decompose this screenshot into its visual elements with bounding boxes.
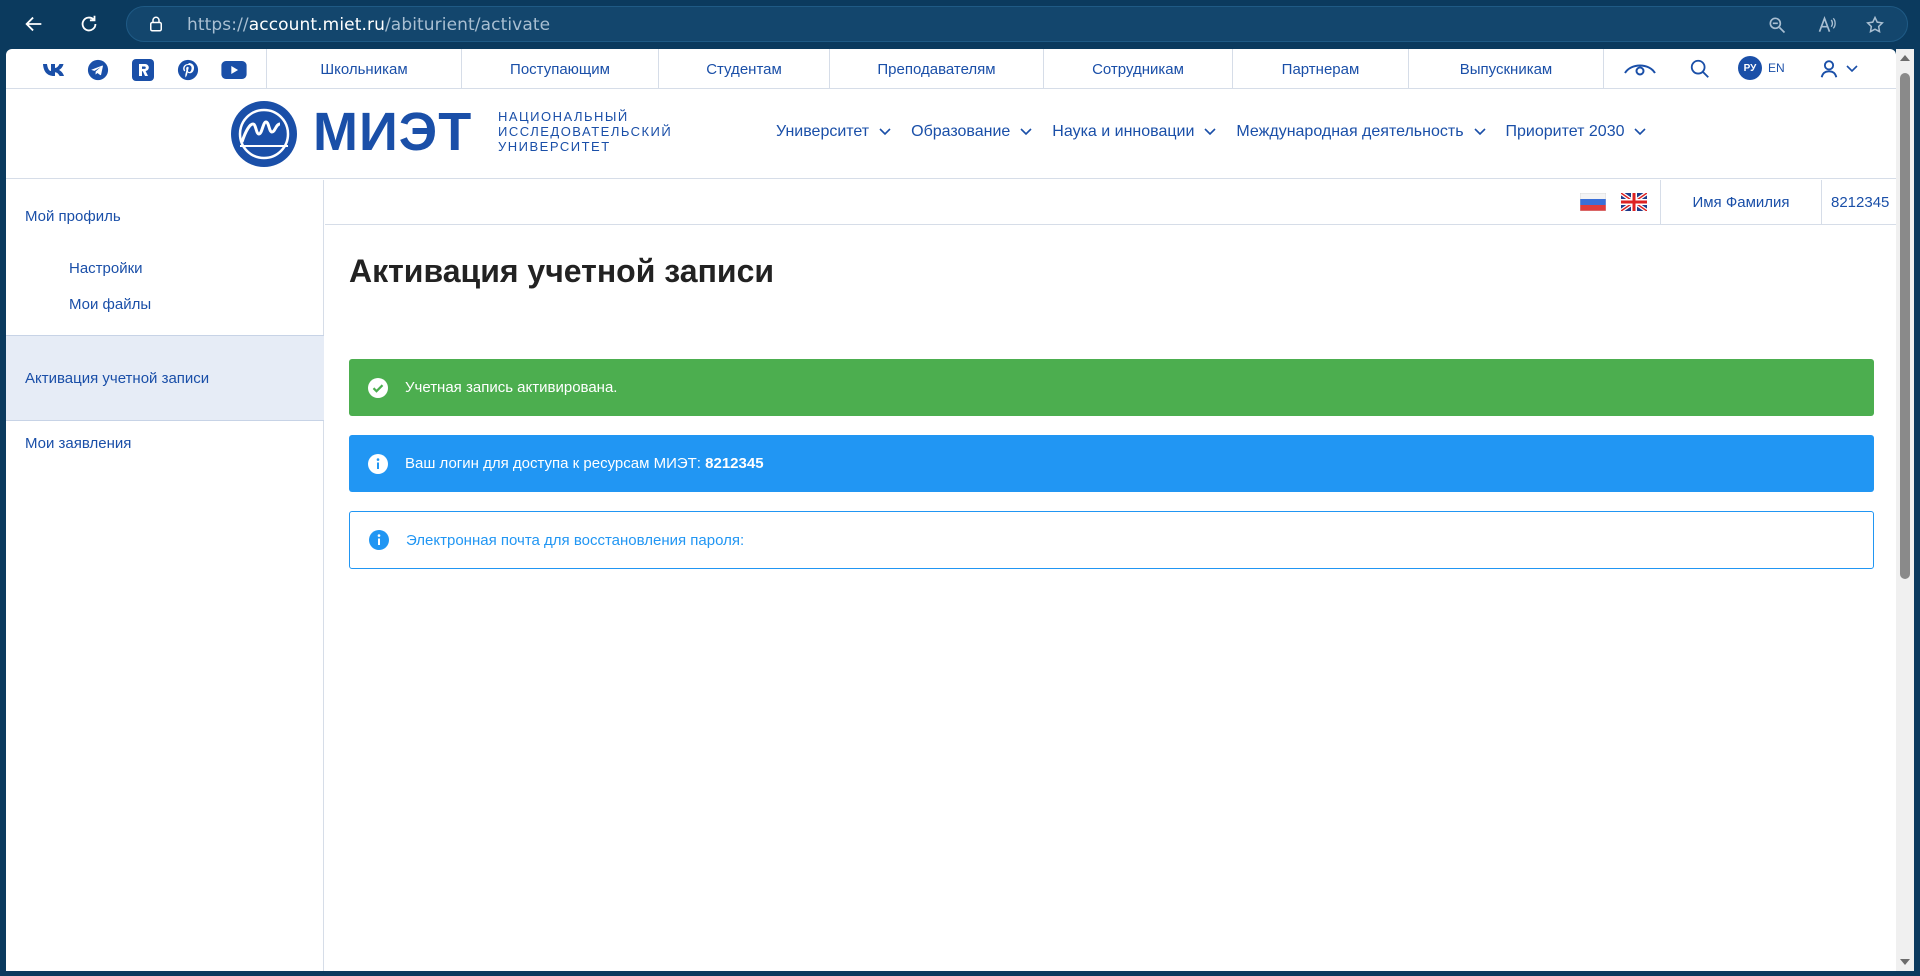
main-navigation: Университет Образование Наука и инноваци… <box>776 123 1666 141</box>
sidebar-item-applications[interactable]: Мои заявления <box>6 435 324 452</box>
telegram-icon[interactable] <box>86 59 110 81</box>
link-applicants[interactable]: Поступающим <box>462 49 659 89</box>
link-staff[interactable]: Сотрудникам <box>1044 49 1233 89</box>
user-id[interactable]: 8212345 <box>1831 180 1889 224</box>
logo-subtitle: НАЦИОНАЛЬНЫЙ ИССЛЕДОВАТЕЛЬСКИЙ УНИВЕРСИТ… <box>498 109 672 154</box>
lock-icon <box>150 16 162 32</box>
login-info-text: Ваш логин для доступа к ресурсам МИЭТ: <box>405 455 706 472</box>
url-scheme: https:// <box>187 15 249 35</box>
pinterest-icon[interactable] <box>176 59 200 81</box>
chevron-down-icon[interactable] <box>1846 65 1858 73</box>
lang-en-button[interactable]: EN <box>1768 61 1785 75</box>
page-title: Активация учетной записи <box>349 253 775 289</box>
chevron-down-icon <box>1634 128 1647 136</box>
scroll-thumb[interactable] <box>1900 73 1910 579</box>
accessibility-eye-icon[interactable] <box>1623 61 1657 77</box>
logo-sub-line: УНИВЕРСИТЕТ <box>498 139 611 154</box>
browser-toolbar: https://account.miet.ru/abiturient/activ… <box>0 0 1920 48</box>
youtube-icon[interactable] <box>220 59 248 81</box>
link-teachers[interactable]: Преподавателям <box>830 49 1044 89</box>
nav-international[interactable]: Международная деятельность <box>1236 123 1486 141</box>
top-strip: Школьникам Поступающим Студентам Препода… <box>6 49 1896 89</box>
url-path: /abiturient/activate <box>384 15 551 35</box>
favorite-star-icon[interactable] <box>1865 15 1885 35</box>
address-bar[interactable]: https://account.miet.ru/abiturient/activ… <box>126 6 1908 42</box>
nav-education[interactable]: Образование <box>911 123 1032 141</box>
check-circle-icon <box>368 377 388 398</box>
link-alumni[interactable]: Выпускникам <box>1409 49 1604 89</box>
nav-priority-2030[interactable]: Приоритет 2030 <box>1506 123 1647 141</box>
nav-label: Наука и инновации <box>1052 123 1195 140</box>
url-text: https://account.miet.ru/abiturient/activ… <box>187 15 550 35</box>
miet-logo-icon[interactable] <box>230 100 298 168</box>
user-name[interactable]: Имя Фамилия <box>1660 180 1822 224</box>
audience-links: Школьникам Поступающим Студентам Препода… <box>266 49 1604 89</box>
success-alert: Учетная запись активирована. <box>349 359 1874 416</box>
email-info-alert: Электронная почта для восстановления пар… <box>349 511 1874 569</box>
web-page: Школьникам Поступающим Студентам Препода… <box>6 49 1896 971</box>
reload-icon <box>81 15 97 32</box>
nav-science[interactable]: Наука и инновации <box>1052 123 1216 141</box>
link-schoolchildren[interactable]: Школьникам <box>267 49 462 89</box>
login-info-alert: Ваш логин для доступа к ресурсам МИЭТ: 8… <box>349 435 1874 492</box>
reload-button[interactable] <box>73 8 105 40</box>
account-sidebar: Мой профиль Настройки Мои файлы Активаци… <box>6 180 324 971</box>
zoom-icon[interactable] <box>1767 15 1787 35</box>
url-host: account.miet.ru <box>248 15 385 35</box>
chevron-down-icon <box>879 128 891 136</box>
chevron-down-icon <box>1020 128 1032 136</box>
chevron-down-icon <box>1204 128 1216 136</box>
nav-label: Образование <box>911 123 1011 140</box>
chevron-down-icon <box>1473 128 1486 136</box>
success-alert-text: Учетная запись активирована. <box>405 379 618 396</box>
lang-ru-button[interactable]: РУ <box>1738 56 1762 80</box>
sidebar-item-activation[interactable]: Активация учетной записи <box>6 335 324 421</box>
link-students[interactable]: Студентам <box>659 49 830 89</box>
link-partners[interactable]: Партнерам <box>1233 49 1409 89</box>
user-bar: Имя Фамилия 8212345 <box>325 180 1896 225</box>
logo-sub-line: ИССЛЕДОВАТЕЛЬСКИЙ <box>498 124 673 139</box>
sidebar-item-profile[interactable]: Мой профиль <box>6 208 324 225</box>
nav-university[interactable]: Университет <box>776 123 891 141</box>
page-scrollbar[interactable] <box>1896 49 1914 971</box>
flag-ru-icon[interactable] <box>1580 193 1606 211</box>
nav-label: Приоритет 2030 <box>1505 123 1625 140</box>
email-info-text: Электронная почта для восстановления пар… <box>406 531 745 549</box>
sidebar-item-files[interactable]: Мои файлы <box>6 296 324 313</box>
site-header: МИЭТ НАЦИОНАЛЬНЫЙ ИССЛЕДОВАТЕЛЬСКИЙ УНИВ… <box>6 90 1896 179</box>
logo-sub-line: НАЦИОНАЛЬНЫЙ <box>498 109 629 124</box>
back-button[interactable] <box>18 8 50 40</box>
search-icon[interactable] <box>1689 58 1711 80</box>
vk-icon[interactable] <box>42 59 66 81</box>
logo-wordmark[interactable]: МИЭТ <box>313 104 472 160</box>
scroll-down-icon[interactable] <box>1900 959 1910 965</box>
info-icon <box>368 453 388 474</box>
sidebar-item-settings[interactable]: Настройки <box>6 260 324 277</box>
user-icon[interactable] <box>1818 58 1840 80</box>
scroll-up-icon[interactable] <box>1900 55 1910 61</box>
info-icon <box>369 530 389 550</box>
rutube-icon[interactable] <box>131 59 155 81</box>
nav-label: Университет <box>776 123 870 140</box>
back-arrow-icon <box>25 16 42 32</box>
nav-label: Международная деятельность <box>1236 123 1464 140</box>
login-value: 8212345 <box>705 455 764 472</box>
flag-uk-icon[interactable] <box>1621 193 1647 211</box>
read-aloud-icon[interactable] <box>1817 15 1837 35</box>
